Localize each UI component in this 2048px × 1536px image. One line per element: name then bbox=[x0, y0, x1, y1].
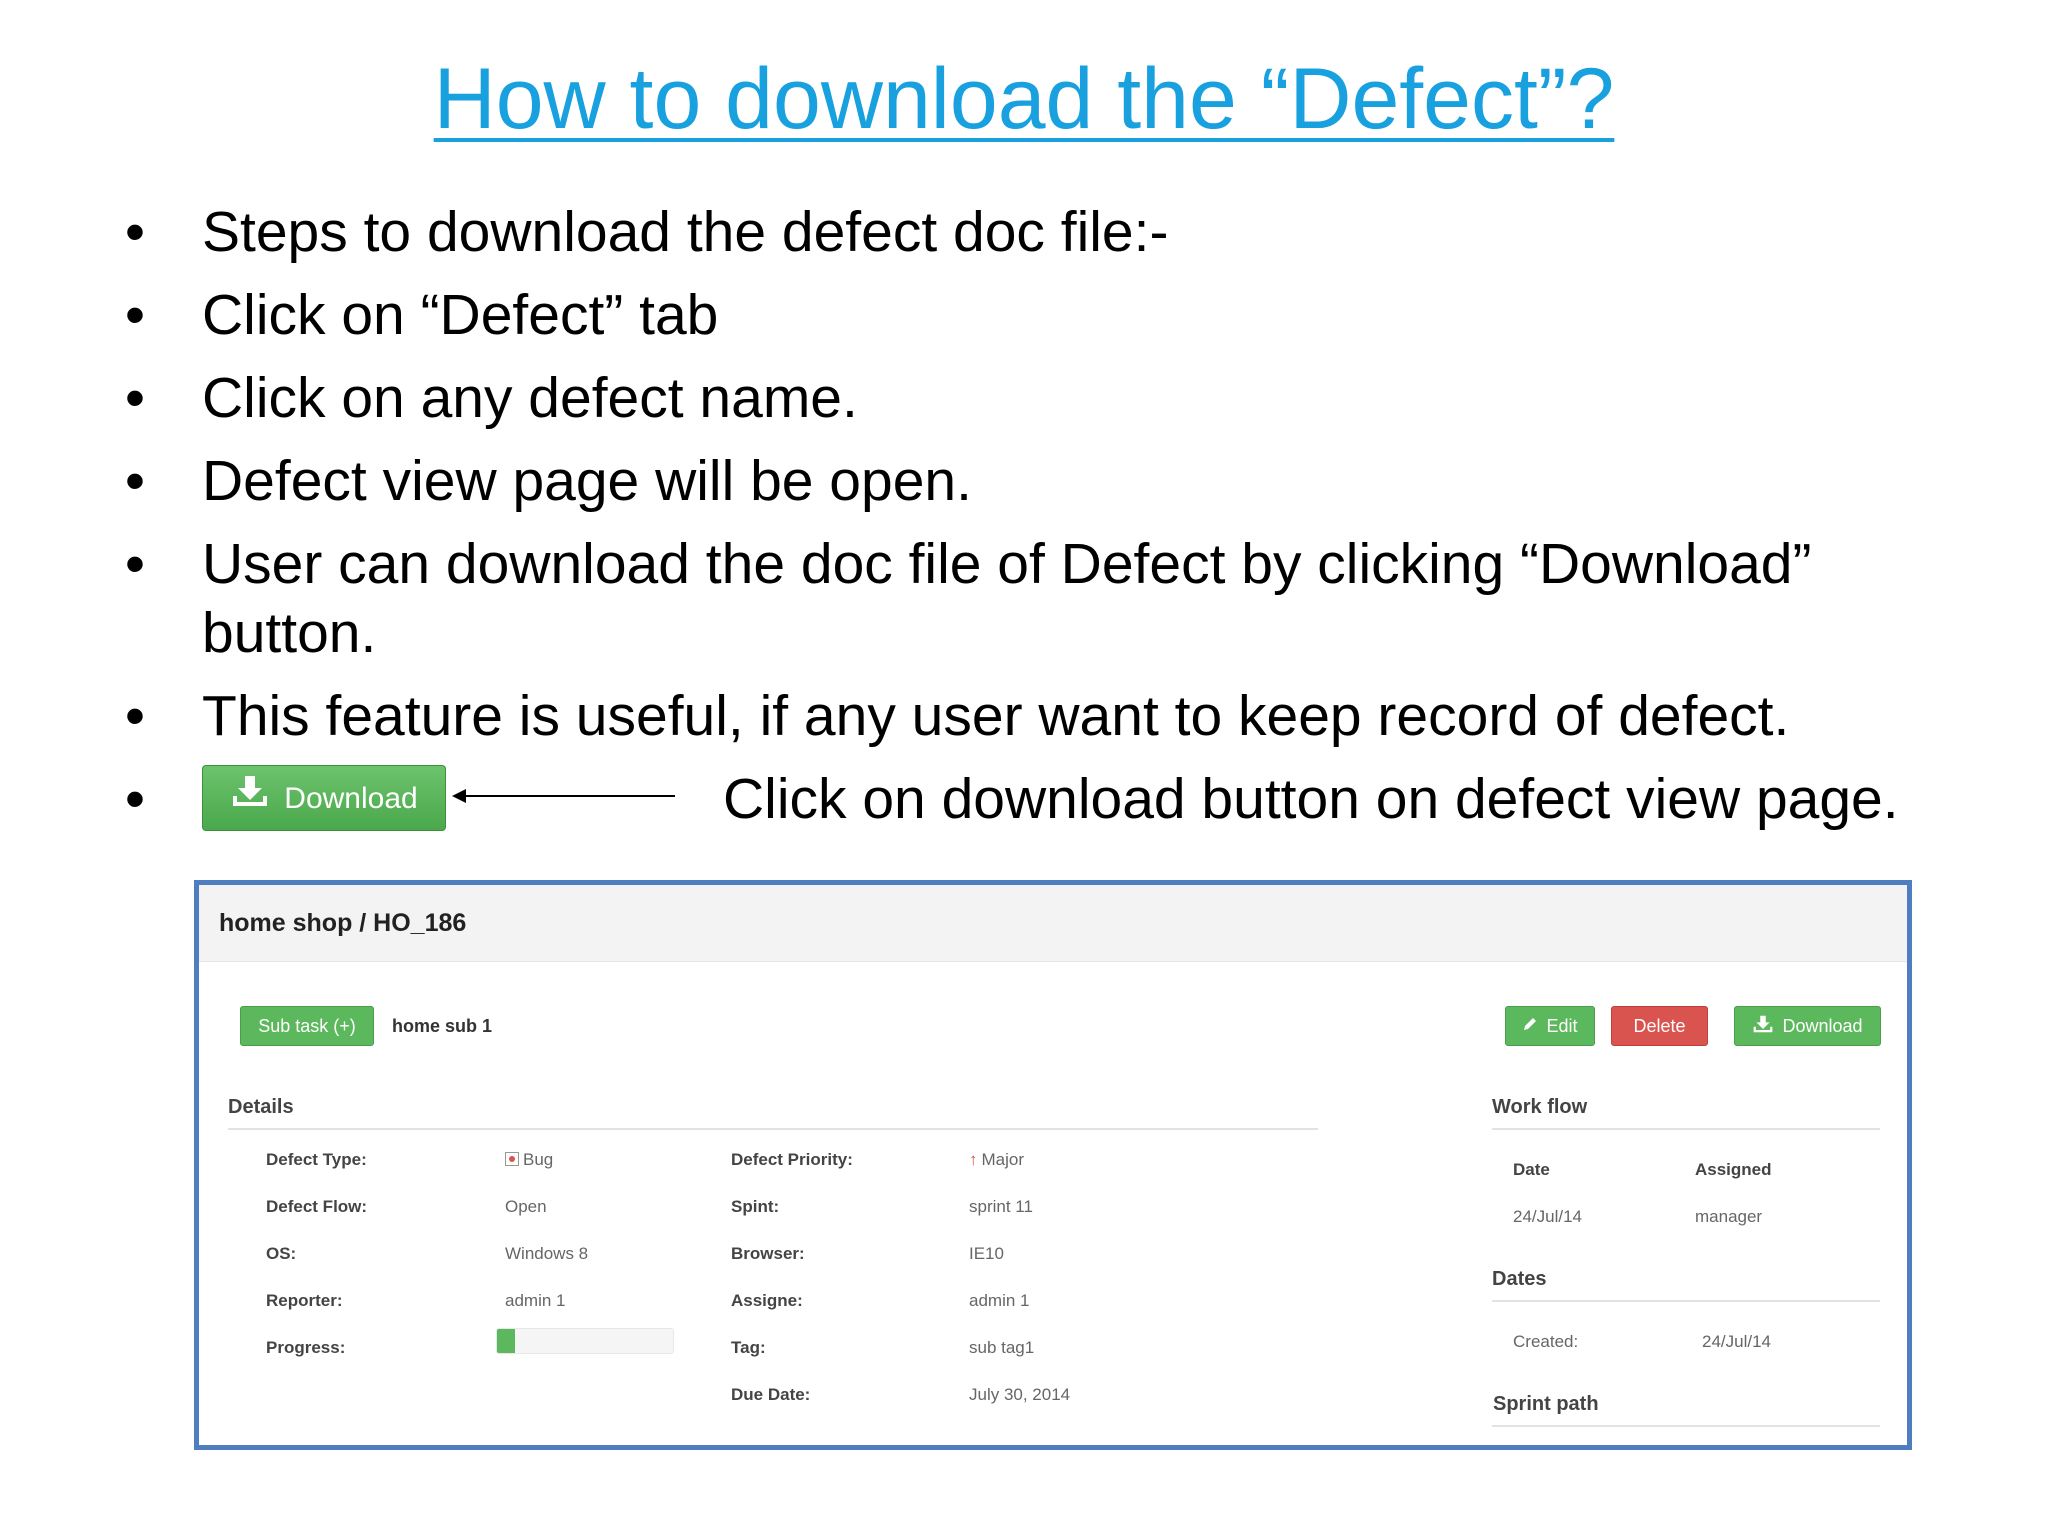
bullet-dot: • bbox=[125, 532, 145, 596]
bullet-item: • Steps to download the defect doc file:… bbox=[120, 198, 1980, 267]
breadcrumb: home shop / HO_186 bbox=[199, 885, 1907, 962]
bullet-item: • Defect view page will be open. bbox=[120, 447, 1980, 516]
reporter-label: Reporter: bbox=[266, 1291, 343, 1310]
tag-value: sub tag1 bbox=[969, 1338, 1035, 1357]
dates-divider bbox=[1492, 1300, 1880, 1302]
workflow-row-date: 24/Jul/14 bbox=[1513, 1207, 1582, 1226]
edit-button[interactable]: Edit bbox=[1505, 1006, 1595, 1046]
browser-value: IE10 bbox=[969, 1244, 1004, 1263]
defect-type-value: Bug bbox=[505, 1150, 553, 1170]
bullet-item: • Click on any defect name. bbox=[120, 364, 1980, 433]
bullet-list: • Steps to download the defect doc file:… bbox=[120, 198, 1980, 863]
bullet-text: Click on any defect name. bbox=[202, 366, 858, 430]
due-date-value: July 30, 2014 bbox=[969, 1385, 1071, 1404]
created-label: Created: bbox=[1513, 1332, 1579, 1351]
download-icon bbox=[1752, 1014, 1774, 1039]
workflow-divider bbox=[1492, 1128, 1880, 1130]
bullet-item: • Click on “Defect” tab bbox=[120, 281, 1980, 350]
arrow-up-icon: ↑ bbox=[969, 1150, 978, 1169]
priority-label: Defect Priority: bbox=[731, 1150, 853, 1169]
bullet-item: • User can download the doc file of Defe… bbox=[120, 530, 1962, 668]
priority-value: ↑ Major bbox=[969, 1150, 1024, 1170]
bug-icon bbox=[505, 1152, 519, 1166]
details-heading: Details bbox=[228, 1096, 294, 1118]
workflow-col-date: Date bbox=[1513, 1160, 1550, 1179]
sprint-value: sprint 11 bbox=[969, 1197, 1033, 1216]
progress-bar bbox=[496, 1328, 674, 1354]
download-button-label: Download bbox=[284, 781, 418, 815]
bullet-text: Steps to download the defect doc file:- bbox=[202, 200, 1169, 264]
edit-button-label: Edit bbox=[1546, 1015, 1578, 1036]
bullet-dot: • bbox=[125, 200, 145, 264]
pointer-arrow-line bbox=[455, 795, 675, 797]
due-date-label: Due Date: bbox=[731, 1385, 811, 1404]
sprint-label: Spint: bbox=[731, 1197, 780, 1216]
bullet-text: This feature is useful, if any user want… bbox=[202, 684, 1790, 748]
download-button-label: Download bbox=[1782, 1015, 1863, 1036]
defect-flow-value: Open bbox=[505, 1197, 547, 1216]
os-label: OS: bbox=[266, 1244, 297, 1263]
download-button-example[interactable]: Download bbox=[202, 765, 446, 831]
download-button[interactable]: Download bbox=[1734, 1006, 1881, 1046]
dates-heading: Dates bbox=[1492, 1268, 1547, 1290]
subtask-button[interactable]: Sub task (+) bbox=[240, 1006, 374, 1046]
bullet-item: • This feature is useful, if any user wa… bbox=[120, 682, 1980, 751]
pencil-icon bbox=[1522, 1016, 1538, 1037]
bullet-text: Defect view page will be open. bbox=[202, 449, 972, 513]
bullet-item-download-hint: • Download Click on download button on d… bbox=[120, 765, 1980, 849]
slide-title: How to download the “Defect”? bbox=[433, 51, 1615, 147]
defect-view-screenshot: home shop / HO_186 Sub task (+) home sub… bbox=[194, 880, 1912, 1450]
sprint-path-heading: Sprint path bbox=[1493, 1393, 1599, 1415]
defect-type-label: Defect Type: bbox=[266, 1150, 367, 1169]
subtask-button-label: Sub task (+) bbox=[258, 1015, 356, 1036]
bullet-text: User can download the doc file of Defect… bbox=[202, 532, 1812, 665]
browser-label: Browser: bbox=[731, 1244, 805, 1263]
progress-bar-fill bbox=[497, 1329, 515, 1353]
tag-label: Tag: bbox=[731, 1338, 766, 1357]
bullet-dot: • bbox=[125, 283, 145, 347]
download-hint-text: Click on download button on defect view … bbox=[723, 767, 1899, 831]
bullet-dot: • bbox=[125, 366, 145, 430]
reporter-value: admin 1 bbox=[505, 1291, 566, 1310]
workflow-heading: Work flow bbox=[1492, 1096, 1588, 1118]
bullet-dot: • bbox=[125, 684, 145, 748]
assignee-value: admin 1 bbox=[969, 1291, 1030, 1310]
bullet-dot: • bbox=[125, 449, 145, 513]
defect-flow-label: Defect Flow: bbox=[266, 1197, 368, 1216]
created-value: 24/Jul/14 bbox=[1702, 1332, 1771, 1351]
subtask-link[interactable]: home sub 1 bbox=[392, 1016, 492, 1037]
details-divider bbox=[228, 1128, 1318, 1130]
bullet-dot: • bbox=[125, 767, 145, 831]
progress-label: Progress: bbox=[266, 1338, 346, 1357]
priority-text: Major bbox=[981, 1150, 1025, 1169]
workflow-row-assigned: manager bbox=[1695, 1207, 1763, 1226]
bullet-text: Click on “Defect” tab bbox=[202, 283, 719, 347]
delete-button[interactable]: Delete bbox=[1611, 1006, 1708, 1046]
download-icon bbox=[230, 764, 270, 833]
sprint-path-divider bbox=[1492, 1425, 1880, 1427]
delete-button-label: Delete bbox=[1633, 1015, 1686, 1036]
defect-type-text: Bug bbox=[523, 1150, 554, 1169]
os-value: Windows 8 bbox=[505, 1244, 589, 1263]
workflow-col-assigned: Assigned bbox=[1695, 1160, 1772, 1179]
assignee-label: Assigne: bbox=[731, 1291, 803, 1310]
